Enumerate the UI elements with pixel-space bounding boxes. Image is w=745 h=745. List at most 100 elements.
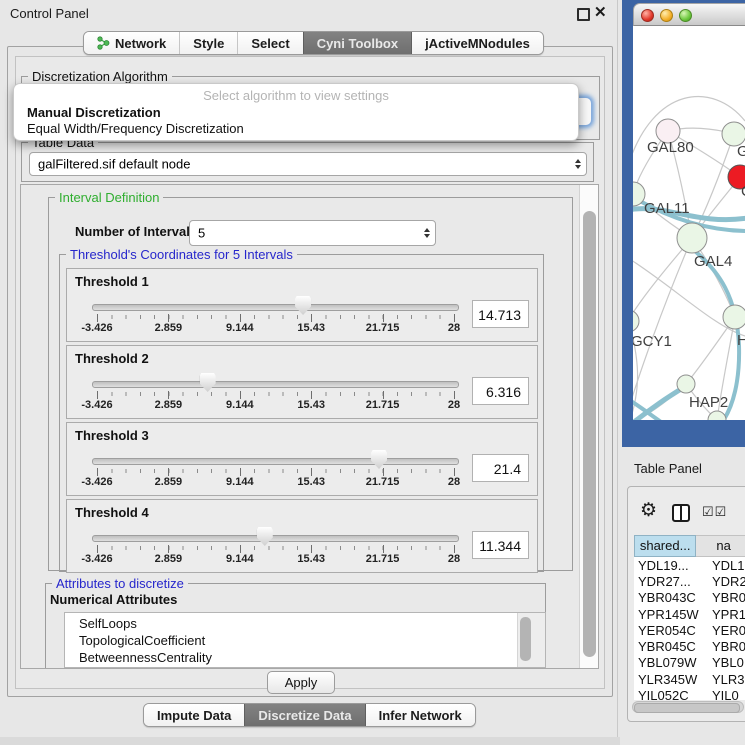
tab-cyni-toolbox[interactable]: Cyni Toolbox bbox=[303, 32, 411, 54]
tick-label: 15.43 bbox=[297, 399, 325, 411]
column-header-name[interactable]: na bbox=[696, 535, 745, 557]
threshold-value-field[interactable]: 21.4 bbox=[472, 454, 529, 482]
table-data-combobox[interactable]: galFiltered.sif default node bbox=[29, 152, 587, 176]
attributes-group: Attributes to discretize Numerical Attri… bbox=[45, 583, 546, 669]
slider-minor-ticks bbox=[97, 546, 455, 550]
settings-scroll-area: Interval Definition Number of Intervals … bbox=[20, 184, 599, 669]
slider-track[interactable] bbox=[92, 381, 459, 388]
tab-network[interactable]: Network bbox=[84, 32, 179, 54]
float-window-icon[interactable] bbox=[577, 8, 590, 21]
control-panel-title: Control Panel bbox=[10, 6, 89, 21]
table-row[interactable]: YPR145WYPR1 bbox=[634, 606, 745, 622]
table-cell: YPR1 bbox=[712, 607, 745, 622]
node-label: GAL4 bbox=[694, 253, 732, 270]
tick-label: -3.426 bbox=[81, 322, 112, 334]
attributes-title: Attributes to discretize bbox=[52, 576, 188, 591]
numerical-attributes-list[interactable]: SelfLoops TopologicalCoefficient Between… bbox=[64, 612, 546, 668]
close-icon[interactable]: ✕ bbox=[594, 3, 607, 21]
list-item[interactable]: BetweennessCentrality bbox=[65, 649, 517, 666]
slider-handle[interactable] bbox=[257, 527, 273, 546]
gear-icon[interactable]: ⚙ bbox=[640, 499, 657, 522]
table-horizontal-scrollbar[interactable] bbox=[632, 701, 744, 713]
list-item[interactable]: SelfLoops bbox=[65, 615, 517, 632]
interval-definition-title: Interval Definition bbox=[55, 190, 163, 205]
tick-label: 9.144 bbox=[226, 476, 254, 488]
tick-label: 28 bbox=[448, 553, 460, 565]
slider-minor-ticks bbox=[97, 469, 455, 473]
popup-item-manual-discretization[interactable]: Manual Discretization bbox=[27, 105, 161, 120]
top-tab-bar: Network Style Select Cyni Toolbox jActiv… bbox=[83, 31, 544, 55]
table-row[interactable]: YDL19...YDL1 bbox=[634, 557, 745, 573]
column-header-shared-name[interactable]: shared... bbox=[634, 535, 696, 557]
slider-minor-ticks bbox=[97, 315, 455, 319]
table-cell: YBR0 bbox=[712, 639, 745, 654]
tick-label: 21.715 bbox=[366, 322, 400, 334]
network-window-titlebar[interactable] bbox=[633, 3, 745, 26]
table-cell: YLR3 bbox=[712, 672, 745, 687]
tab-infer-network[interactable]: Infer Network bbox=[365, 704, 475, 726]
slider-track[interactable] bbox=[92, 458, 459, 465]
checkbox-icons[interactable]: ☑☑ bbox=[702, 504, 727, 520]
tick-label: 2.859 bbox=[155, 322, 183, 334]
scrollbar-thumb[interactable] bbox=[583, 211, 596, 657]
combo-stepper-icon bbox=[424, 228, 430, 238]
table-row[interactable]: YIL052CYIL0 bbox=[634, 687, 745, 700]
threshold-box: Threshold 2 -3.426 2.859 9.144 15.43 21.… bbox=[66, 345, 538, 419]
tick-label: 15.43 bbox=[297, 553, 325, 565]
table-row[interactable]: YDR27...YDR2 bbox=[634, 573, 745, 589]
node[interactable] bbox=[723, 305, 745, 329]
tick-label: 28 bbox=[448, 476, 460, 488]
tick-label: -3.426 bbox=[81, 553, 112, 565]
zoom-traffic-light-icon[interactable] bbox=[679, 9, 692, 22]
table-row[interactable]: YBL079WYBL0 bbox=[634, 655, 745, 671]
popup-item-equal-width-frequency[interactable]: Equal Width/Frequency Discretization bbox=[27, 121, 244, 136]
table-cell: YPR145W bbox=[634, 607, 712, 622]
apply-button[interactable]: Apply bbox=[267, 671, 335, 694]
slider-handle[interactable] bbox=[200, 373, 216, 392]
node-label: GCY1 bbox=[633, 333, 672, 350]
slider-handle[interactable] bbox=[295, 296, 311, 315]
table-row[interactable]: YBR043CYBR0 bbox=[634, 590, 745, 606]
network-canvas[interactable]: GAL80 G C GAL11 GAL4 GCY1 H HAP2 bbox=[633, 26, 745, 420]
threshold-value-field[interactable]: 6.316 bbox=[472, 377, 529, 405]
tab-jactivemnodules[interactable]: jActiveMNodules bbox=[411, 32, 543, 54]
threshold-value-field[interactable]: 14.713 bbox=[472, 300, 529, 328]
tick-label: 21.715 bbox=[366, 399, 400, 411]
tab-select[interactable]: Select bbox=[237, 32, 302, 54]
node-label-partial: G bbox=[737, 143, 745, 160]
scrollbar-thumb[interactable] bbox=[634, 703, 740, 713]
slider-handle[interactable] bbox=[371, 450, 387, 469]
threshold-label: Threshold 4 bbox=[75, 505, 149, 520]
list-scrollbar[interactable] bbox=[517, 613, 545, 667]
columns-icon[interactable] bbox=[672, 504, 690, 522]
table-cell: YDL1 bbox=[712, 558, 745, 573]
tab-discretize-data[interactable]: Discretize Data bbox=[244, 704, 364, 726]
tab-style[interactable]: Style bbox=[179, 32, 237, 54]
table-row[interactable]: YBR045CYBR0 bbox=[634, 638, 745, 654]
slider-track[interactable] bbox=[92, 304, 459, 311]
close-traffic-light-icon[interactable] bbox=[641, 9, 654, 22]
node-hap2[interactable] bbox=[677, 375, 695, 393]
tick-label: 2.859 bbox=[155, 399, 183, 411]
number-of-intervals-combobox[interactable]: 5 bbox=[189, 220, 436, 246]
node-label: GAL11 bbox=[644, 200, 690, 217]
threshold-coordinates-group: Threshold's Coordinates for 5 Intervals … bbox=[59, 254, 544, 572]
settings-scrollbar[interactable] bbox=[579, 185, 598, 668]
table-cell: YBL0 bbox=[712, 655, 745, 670]
tick-label: 2.859 bbox=[155, 553, 183, 565]
tick-label: -3.426 bbox=[81, 476, 112, 488]
tick-label: 28 bbox=[448, 399, 460, 411]
tick-label: 9.144 bbox=[226, 553, 254, 565]
table-panel-title: Table Panel bbox=[634, 461, 702, 476]
list-item[interactable]: TopologicalCoefficient bbox=[65, 632, 517, 649]
node-gcy1[interactable] bbox=[633, 310, 639, 332]
table-row[interactable]: YLR345WYLR3 bbox=[634, 671, 745, 687]
table-row[interactable]: YER054CYER0 bbox=[634, 622, 745, 638]
node-gal4[interactable] bbox=[677, 223, 707, 253]
tab-impute-data[interactable]: Impute Data bbox=[144, 704, 244, 726]
threshold-value-field[interactable]: 11.344 bbox=[472, 531, 529, 559]
slider-track[interactable] bbox=[92, 535, 459, 542]
minimize-traffic-light-icon[interactable] bbox=[660, 9, 673, 22]
node[interactable] bbox=[708, 411, 726, 420]
numerical-attributes-label: Numerical Attributes bbox=[50, 592, 177, 607]
